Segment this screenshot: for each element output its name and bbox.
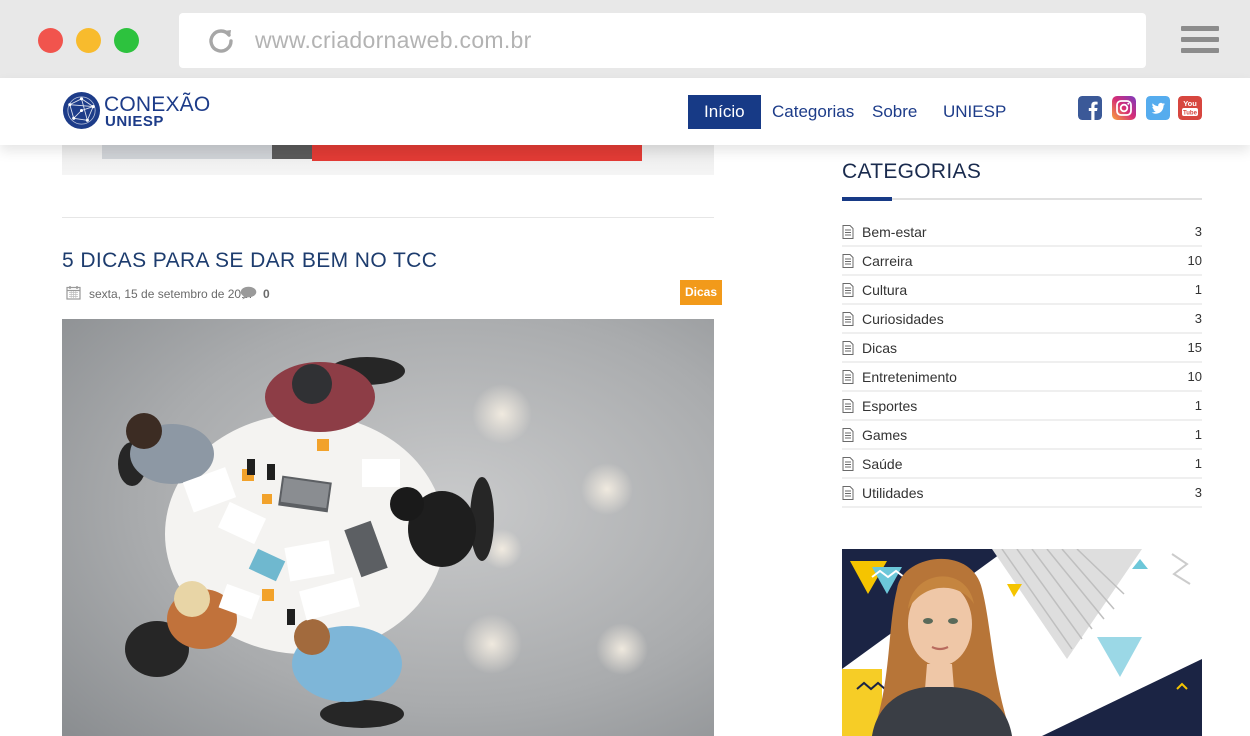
category-list: Bem-estar 3 Carreira 10 Cultura 1 Curios… <box>842 218 1202 508</box>
document-icon <box>842 457 854 471</box>
site-header: CONEXÃO UNIESP Início Categorias Sobre U… <box>0 78 1250 145</box>
category-item-dicas[interactable]: Dicas 15 <box>842 334 1202 363</box>
category-item-entretenimento[interactable]: Entretenimento 10 <box>842 363 1202 392</box>
previous-post-image[interactable] <box>62 145 714 175</box>
svg-text:Tube: Tube <box>1183 111 1198 117</box>
instagram-icon[interactable] <box>1112 96 1136 120</box>
document-icon <box>842 283 854 297</box>
main-nav: Início Categorias Sobre UNIESP <box>688 95 1018 129</box>
sidebar-title-rule <box>842 198 1202 200</box>
svg-text:You: You <box>1183 99 1197 108</box>
document-icon <box>842 225 854 239</box>
sidebar-title: CATEGORIAS <box>842 160 982 183</box>
document-icon <box>842 341 854 355</box>
document-icon <box>842 428 854 442</box>
nav-item-sobre[interactable]: Sobre <box>856 95 933 129</box>
category-item-carreira[interactable]: Carreira 10 <box>842 247 1202 276</box>
minimize-window-button[interactable] <box>76 28 101 53</box>
meeting-table-illustration <box>62 319 714 736</box>
post-featured-image[interactable] <box>62 319 714 736</box>
browser-chrome: www.criadornaweb.com.br <box>0 0 1250 80</box>
url-text: www.criadornaweb.com.br <box>255 27 532 53</box>
document-icon <box>842 312 854 326</box>
document-icon <box>842 254 854 268</box>
post-divider <box>62 217 714 218</box>
reload-icon[interactable] <box>207 26 235 54</box>
address-bar[interactable]: www.criadornaweb.com.br <box>179 13 1146 68</box>
site-logo[interactable]: CONEXÃO UNIESP <box>62 91 212 131</box>
post-date: sexta, 15 de setembro de 2017 <box>89 287 255 301</box>
sidebar-banner-ad[interactable] <box>842 549 1202 736</box>
category-item-saude[interactable]: Saúde 1 <box>842 450 1202 479</box>
category-item-bem-estar[interactable]: Bem-estar 3 <box>842 218 1202 247</box>
calendar-icon <box>66 286 81 300</box>
nav-item-inicio[interactable]: Início <box>688 95 761 129</box>
document-icon <box>842 399 854 413</box>
category-item-cultura[interactable]: Cultura 1 <box>842 276 1202 305</box>
banner-illustration <box>842 549 1202 736</box>
document-icon <box>842 370 854 384</box>
maximize-window-button[interactable] <box>114 28 139 53</box>
category-item-games[interactable]: Games 1 <box>842 421 1202 450</box>
facebook-icon[interactable] <box>1078 96 1102 120</box>
category-item-utilidades[interactable]: Utilidades 3 <box>842 479 1202 508</box>
close-window-button[interactable] <box>38 28 63 53</box>
twitter-icon[interactable] <box>1146 96 1170 120</box>
comment-icon[interactable] <box>240 286 257 300</box>
logo-subtext: UNIESP <box>105 113 164 130</box>
category-item-esportes[interactable]: Esportes 1 <box>842 392 1202 421</box>
post-category-tag[interactable]: Dicas <box>680 280 723 305</box>
globe-icon <box>62 91 101 130</box>
sidebar-title-accent <box>842 197 892 201</box>
nav-item-categorias[interactable]: Categorias <box>756 95 870 129</box>
menu-icon[interactable] <box>1181 26 1219 54</box>
comment-count[interactable]: 0 <box>263 287 270 301</box>
document-icon <box>842 486 854 500</box>
category-item-curiosidades[interactable]: Curiosidades 3 <box>842 305 1202 334</box>
post-title[interactable]: 5 DICAS PARA SE DAR BEM NO TCC <box>62 249 437 273</box>
nav-item-uniesp[interactable]: UNIESP <box>927 95 1022 129</box>
youtube-icon[interactable]: You Tube <box>1178 96 1202 120</box>
